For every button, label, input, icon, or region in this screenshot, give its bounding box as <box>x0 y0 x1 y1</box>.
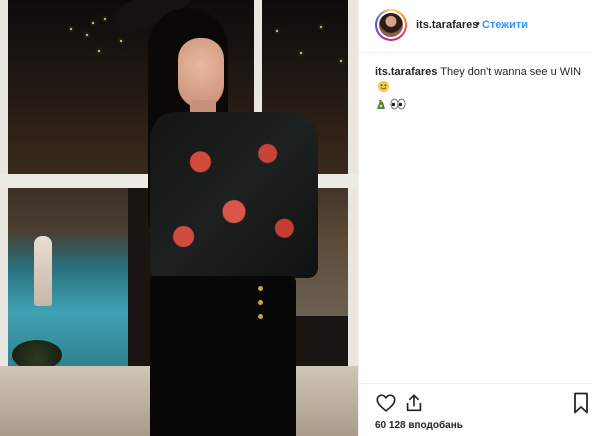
heart-outline-icon[interactable] <box>375 392 397 414</box>
post-side-panel: its.tarafares • Стежити its.tarafares Th… <box>358 0 592 436</box>
trouser-button <box>258 286 263 291</box>
black-trousers <box>150 276 296 436</box>
statue <box>34 236 52 306</box>
trouser-button <box>258 314 263 319</box>
post-caption: its.tarafares They don't wanna see u WIN <box>375 65 585 111</box>
avatar[interactable] <box>375 9 407 41</box>
eyes-emoji <box>390 98 406 110</box>
actions-divider <box>359 383 592 384</box>
avatar-photo <box>379 13 403 37</box>
bookmark-icon[interactable] <box>573 392 589 414</box>
floral-blouse <box>150 112 318 278</box>
caption-username-link[interactable]: its.tarafares <box>375 66 437 78</box>
trouser-button <box>258 300 263 305</box>
face <box>178 38 224 108</box>
separator-dot: • <box>476 18 480 30</box>
money-bag-emoji <box>377 100 385 109</box>
smiling-face-emoji <box>378 81 389 92</box>
share-upload-icon[interactable] <box>403 392 425 414</box>
post-header: its.tarafares • Стежити <box>359 0 592 53</box>
likes-count[interactable]: 60 128 вподобань <box>375 420 463 431</box>
pool-view <box>8 186 128 366</box>
username-link[interactable]: its.tarafares <box>416 19 478 31</box>
post-photo[interactable] <box>0 0 358 436</box>
follow-button[interactable]: Стежити <box>482 19 528 31</box>
instagram-post: its.tarafares • Стежити its.tarafares Th… <box>0 0 592 436</box>
caption-text: They don't wanna see u WIN <box>440 66 582 78</box>
